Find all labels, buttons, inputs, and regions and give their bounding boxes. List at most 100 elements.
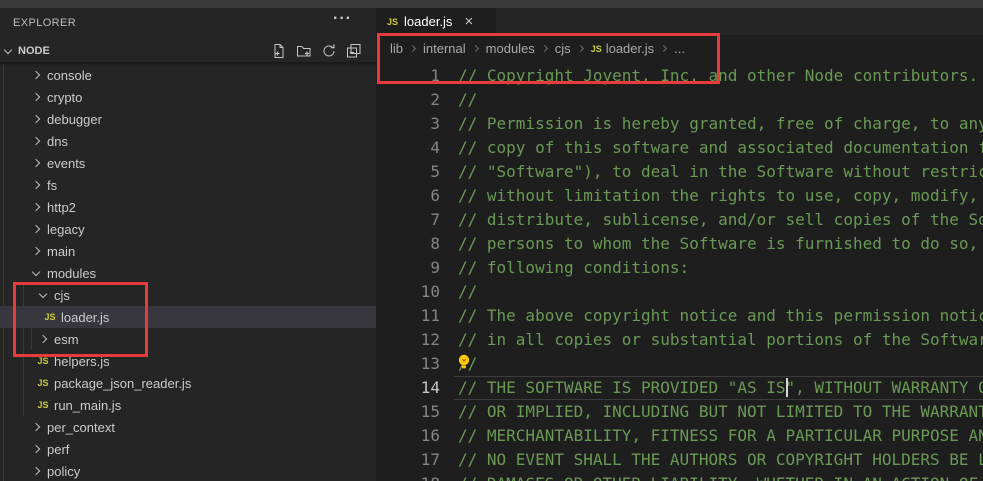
code-line-16[interactable]: 16// MERCHANTABILITY, FITNESS FOR A PART…	[376, 424, 983, 448]
tree-item-label: crypto	[47, 90, 82, 105]
node-section-header[interactable]: NODE	[0, 40, 376, 62]
line-number[interactable]: 7	[376, 208, 440, 232]
tree-item-modules[interactable]: modules	[0, 262, 376, 284]
collapse-all-icon[interactable]	[346, 43, 362, 59]
js-file-icon: JS	[37, 400, 48, 410]
tree-item-perf[interactable]: perf	[0, 438, 376, 460]
breadcrumb-item-internal[interactable]: internal	[423, 41, 466, 56]
line-text: // NO EVENT SHALL THE AUTHORS OR COPYRIG…	[440, 448, 983, 472]
line-text: //	[440, 280, 477, 304]
tree-item-loader-js[interactable]: JSloader.js	[0, 306, 376, 328]
tree-item-http2[interactable]: http2	[0, 196, 376, 218]
tree-item-events[interactable]: events	[0, 152, 376, 174]
chevron-right-icon	[32, 159, 40, 167]
vscode-window: EXPLORER ··· NODE	[0, 0, 983, 481]
code-line-18[interactable]: 18// DAMAGES OR OTHER LIABILITY, WHETHER…	[376, 472, 983, 481]
tree-item-console[interactable]: console	[0, 64, 376, 86]
title-bar	[0, 0, 983, 8]
line-number[interactable]: 6	[376, 184, 440, 208]
line-number[interactable]: 18	[376, 472, 440, 481]
tree-item-label: perf	[47, 442, 69, 457]
tree-item-policy[interactable]: policy	[0, 460, 376, 481]
breadcrumb-item-loader-js[interactable]: JSloader.js	[591, 41, 654, 56]
code-line-4[interactable]: 4// copy of this software and associated…	[376, 136, 983, 160]
code-editor[interactable]: 1// Copyright Joyent, Inc. and other Nod…	[376, 64, 983, 481]
breadcrumb-item-modules[interactable]: modules	[486, 41, 535, 56]
code-line-9[interactable]: 9// following conditions:	[376, 256, 983, 280]
chevron-right-icon	[39, 335, 47, 343]
tree-item-esm[interactable]: esm	[0, 328, 376, 350]
line-number[interactable]: 14	[376, 376, 440, 400]
line-number[interactable]: 11	[376, 304, 440, 328]
line-number[interactable]: 5	[376, 160, 440, 184]
line-number[interactable]: 16	[376, 424, 440, 448]
tree-item-debugger[interactable]: debugger	[0, 108, 376, 130]
line-text: // Copyright Joyent, Inc. and other Node…	[440, 64, 978, 88]
code-line-12[interactable]: 12// in all copies or substantial portio…	[376, 328, 983, 352]
line-number[interactable]: 17	[376, 448, 440, 472]
line-number[interactable]: 4	[376, 136, 440, 160]
breadcrumb-label: loader.js	[606, 41, 654, 56]
tree-item-label: console	[47, 68, 92, 83]
code-line-14[interactable]: 14// THE SOFTWARE IS PROVIDED "AS IS", W…	[376, 376, 983, 400]
code-line-10[interactable]: 10//	[376, 280, 983, 304]
code-line-5[interactable]: 5// "Software"), to deal in the Software…	[376, 160, 983, 184]
tree-item-label: dns	[47, 134, 68, 149]
new-folder-icon[interactable]	[296, 43, 312, 59]
line-number[interactable]: 9	[376, 256, 440, 280]
code-line-2[interactable]: 2//	[376, 88, 983, 112]
tree-item-helpers-js[interactable]: JShelpers.js	[0, 350, 376, 372]
tree-item-label: package_json_reader.js	[54, 376, 191, 391]
code-line-17[interactable]: 17// NO EVENT SHALL THE AUTHORS OR COPYR…	[376, 448, 983, 472]
tree-item-fs[interactable]: fs	[0, 174, 376, 196]
tree-item-label: run_main.js	[54, 398, 121, 413]
chevron-right-icon	[32, 181, 40, 189]
code-line-7[interactable]: 7// distribute, sublicense, and/or sell …	[376, 208, 983, 232]
breadcrumb: lib internal modules cjs JSloader.js...	[376, 35, 983, 62]
chevron-right-icon	[541, 45, 548, 52]
tree-item-main[interactable]: main	[0, 240, 376, 262]
new-file-icon[interactable]	[271, 43, 287, 59]
chevron-down-icon	[4, 45, 12, 53]
code-line-3[interactable]: 3// Permission is hereby granted, free o…	[376, 112, 983, 136]
breadcrumb-item-[interactable]: ...	[674, 41, 685, 56]
code-line-8[interactable]: 8// persons to whom the Software is furn…	[376, 232, 983, 256]
tab-loader-js[interactable]: JS loader.js ×	[376, 8, 496, 35]
line-number[interactable]: 8	[376, 232, 440, 256]
tree-item-legacy[interactable]: legacy	[0, 218, 376, 240]
more-actions-icon[interactable]: ···	[333, 10, 352, 28]
code-line-15[interactable]: 15// OR IMPLIED, INCLUDING BUT NOT LIMIT…	[376, 400, 983, 424]
tree-item-per-context[interactable]: per_context	[0, 416, 376, 438]
line-text: // "Software"), to deal in the Software …	[440, 160, 983, 184]
chevron-right-icon	[577, 45, 584, 52]
text-cursor	[786, 378, 788, 397]
chevron-right-icon	[32, 203, 40, 211]
chevron-right-icon	[32, 247, 40, 255]
code-line-6[interactable]: 6// without limitation the rights to use…	[376, 184, 983, 208]
lightbulb-icon[interactable]	[456, 353, 472, 373]
line-number[interactable]: 15	[376, 400, 440, 424]
refresh-icon[interactable]	[321, 43, 337, 59]
chevron-right-icon	[32, 71, 40, 79]
chevron-right-icon	[32, 137, 40, 145]
breadcrumb-item-cjs[interactable]: cjs	[555, 41, 571, 56]
close-icon[interactable]: ×	[464, 14, 473, 29]
js-file-icon: JS	[387, 17, 398, 27]
line-number[interactable]: 1	[376, 64, 440, 88]
line-number[interactable]: 10	[376, 280, 440, 304]
tree-item-cjs[interactable]: cjs	[0, 284, 376, 306]
line-number[interactable]: 2	[376, 88, 440, 112]
code-line-11[interactable]: 11// The above copyright notice and this…	[376, 304, 983, 328]
breadcrumb-item-lib[interactable]: lib	[390, 41, 403, 56]
line-number[interactable]: 13	[376, 352, 440, 376]
tree-item-package-json-reader-js[interactable]: JSpackage_json_reader.js	[0, 372, 376, 394]
tree-item-run-main-js[interactable]: JS run_main.js	[0, 394, 376, 416]
explorer-header: EXPLORER ···	[0, 8, 376, 40]
tree-item-crypto[interactable]: crypto	[0, 86, 376, 108]
code-line-1[interactable]: 1// Copyright Joyent, Inc. and other Nod…	[376, 64, 983, 88]
line-number[interactable]: 3	[376, 112, 440, 136]
line-number[interactable]: 12	[376, 328, 440, 352]
line-text: // following conditions:	[440, 256, 689, 280]
tree-item-dns[interactable]: dns	[0, 130, 376, 152]
line-text: // copy of this software and associated …	[440, 136, 983, 160]
